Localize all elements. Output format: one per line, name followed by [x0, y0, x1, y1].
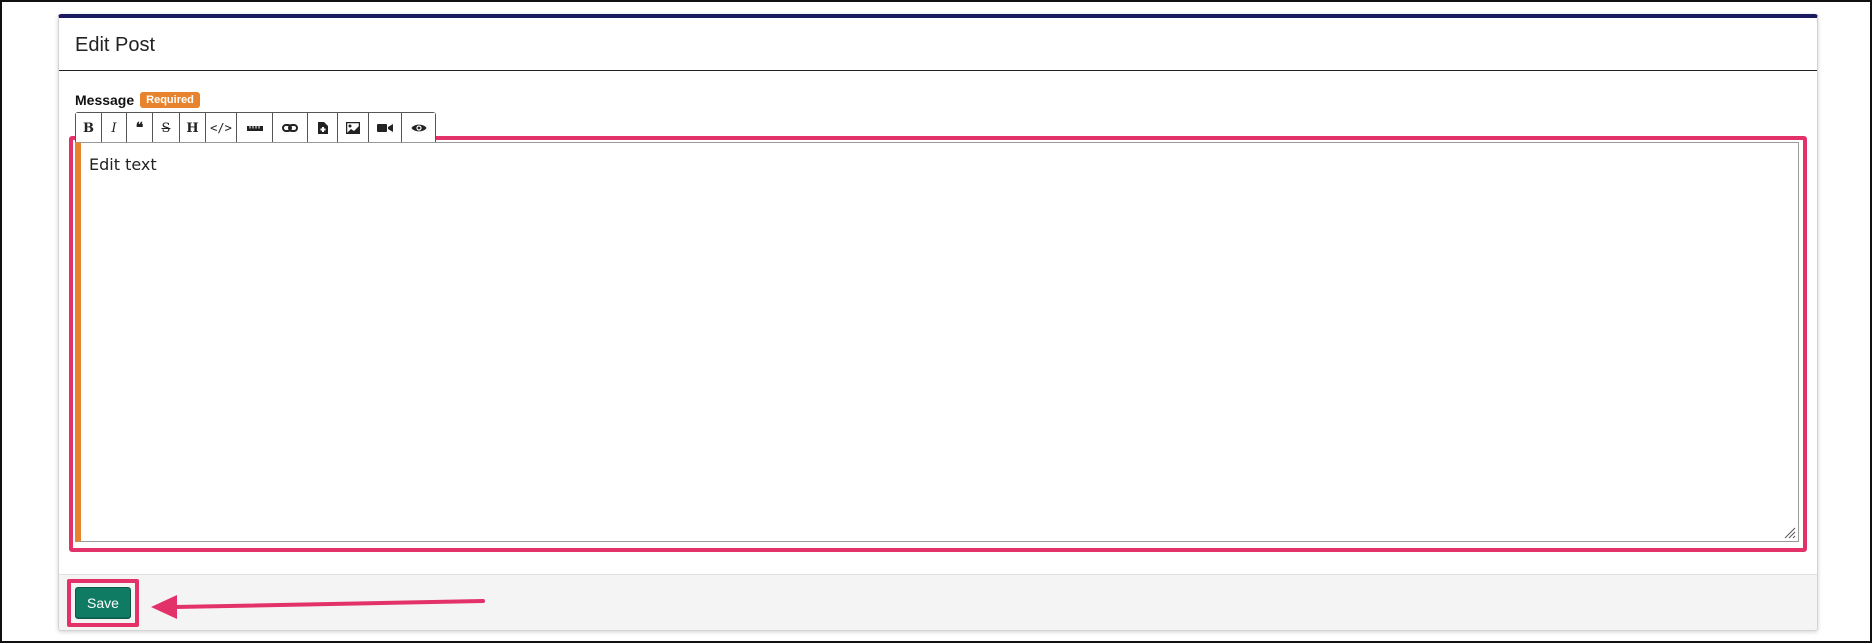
- ruler-icon: [246, 126, 263, 131]
- image-button[interactable]: [338, 113, 369, 143]
- bold-icon: B: [83, 120, 94, 136]
- code-button[interactable]: </>: [206, 113, 237, 143]
- resize-handle-icon[interactable]: [1782, 525, 1796, 539]
- message-text: Edit text: [89, 155, 157, 174]
- bold-button[interactable]: B: [76, 113, 102, 143]
- message-label-row: Message Required: [75, 90, 200, 110]
- page-title: Edit Post: [75, 34, 156, 56]
- heading-button[interactable]: H: [180, 113, 206, 143]
- horizontal-rule-button[interactable]: [237, 113, 273, 143]
- preview-button[interactable]: [402, 113, 435, 143]
- heading-icon: H: [186, 120, 199, 136]
- file-icon: [317, 122, 328, 134]
- video-button[interactable]: [369, 113, 402, 143]
- quote-button[interactable]: ❝: [127, 113, 153, 143]
- video-icon: [377, 124, 393, 132]
- eye-icon: [411, 124, 426, 132]
- annotation-arrow-icon: [151, 595, 485, 619]
- italic-icon: I: [111, 120, 117, 136]
- message-textarea[interactable]: Edit text: [75, 142, 1799, 542]
- strikethrough-button[interactable]: S: [153, 113, 180, 143]
- link-icon: [282, 124, 298, 132]
- edit-post-card: Edit Post Message Required B I ❝ S H </>: [58, 14, 1818, 631]
- save-button[interactable]: Save: [75, 587, 131, 619]
- italic-button[interactable]: I: [102, 113, 127, 143]
- required-badge: Required: [140, 92, 200, 108]
- quote-icon: ❝: [135, 120, 144, 136]
- code-icon: </>: [210, 121, 232, 135]
- card-header: Edit Post: [59, 18, 1817, 71]
- editor-toolbar: B I ❝ S H </>: [75, 112, 436, 143]
- message-label: Message: [75, 92, 135, 108]
- card-footer: Save: [59, 574, 1817, 630]
- link-button[interactable]: [273, 113, 308, 143]
- strikethrough-icon: S: [161, 120, 171, 136]
- image-icon: [346, 122, 360, 134]
- file-button[interactable]: [308, 113, 338, 143]
- screenshot-frame: Edit Post Message Required B I ❝ S H </>: [0, 0, 1872, 643]
